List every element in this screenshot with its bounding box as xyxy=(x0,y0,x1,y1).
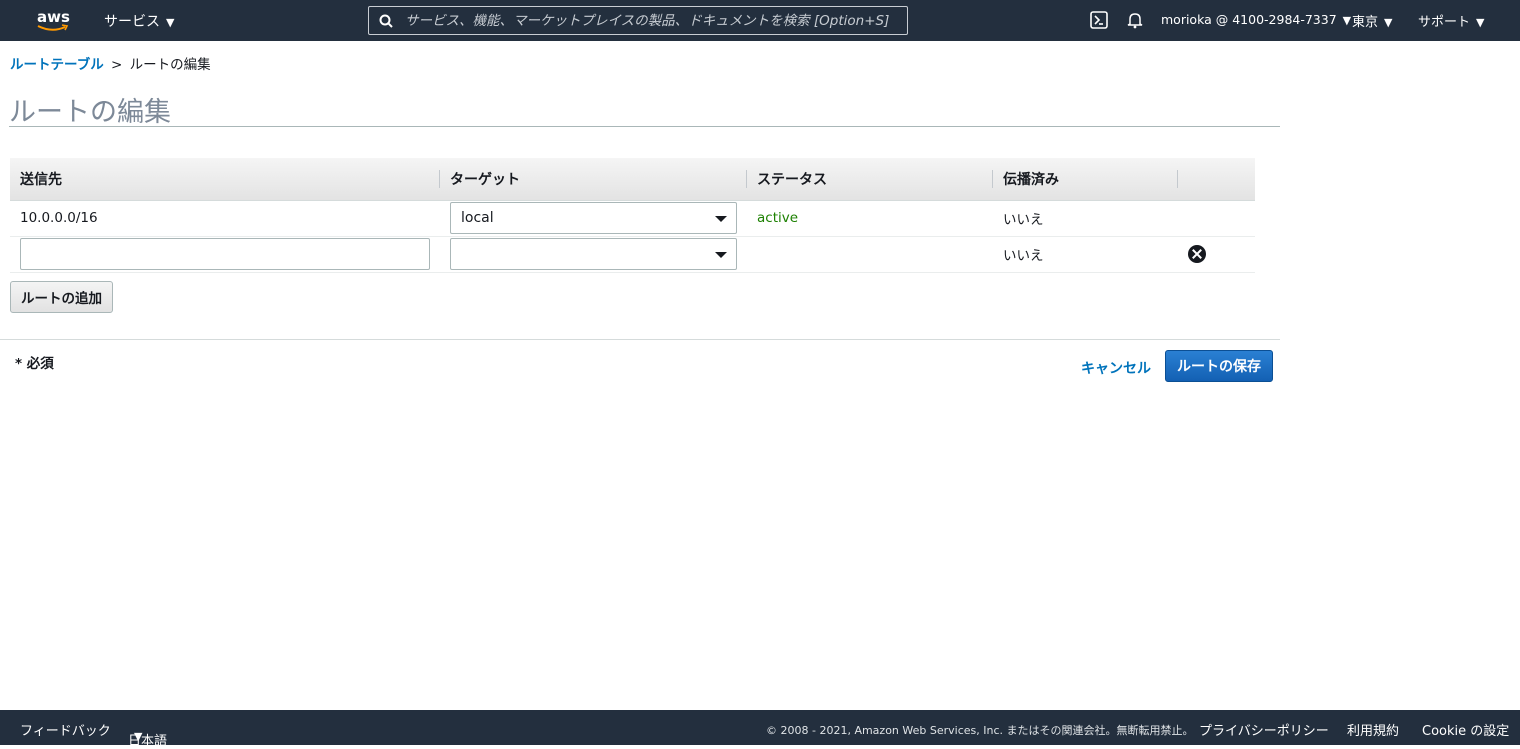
breadcrumb-current: ルートの編集 xyxy=(129,57,211,73)
add-route-button[interactable]: ルートの追加 xyxy=(10,281,113,313)
support-label: サポート xyxy=(1418,15,1471,30)
support-menu[interactable]: サポート ▼ xyxy=(1418,11,1484,30)
bell-icon[interactable] xyxy=(1126,11,1144,29)
cell-destination: 10.0.0.0/16 xyxy=(10,200,440,237)
caret-down-icon: ▼ xyxy=(1476,16,1485,29)
cancel-link[interactable]: キャンセル xyxy=(1081,358,1151,378)
title-divider xyxy=(9,126,1280,127)
caret-down-icon: ▼ xyxy=(1342,14,1352,27)
search-box[interactable] xyxy=(368,6,908,35)
caret-down-icon: ▼ xyxy=(134,730,143,743)
cell-remove xyxy=(1178,236,1255,273)
breadcrumb-separator: > xyxy=(111,57,123,73)
cloudshell-icon[interactable] xyxy=(1090,11,1108,29)
region-label: 東京 xyxy=(1352,15,1379,30)
cell-status xyxy=(747,236,993,273)
cell-target: local xyxy=(440,200,747,237)
cell-propagated: いいえ xyxy=(993,200,1178,237)
header-target: ターゲット xyxy=(440,158,747,201)
account-menu[interactable]: morioka @ 4100-2984-7337 ▼ xyxy=(1161,12,1351,27)
target-select[interactable] xyxy=(450,238,737,270)
header-destination-label: 送信先 xyxy=(20,171,62,188)
search-input[interactable] xyxy=(399,7,899,34)
header-propagated-label: 伝播済み xyxy=(1003,171,1059,188)
caret-down-icon: ▼ xyxy=(166,16,175,29)
cell-propagated: いいえ xyxy=(993,236,1178,273)
breadcrumb-route-tables-link[interactable]: ルートテーブル xyxy=(10,57,104,73)
top-navigation: aws サービス▼ morioka @ 4100-2984-7337▼ 東京▼ … xyxy=(0,0,1520,41)
cookie-settings-link[interactable]: Cookie の設定 xyxy=(1422,720,1509,739)
copyright-text: © 2008 - 2021, Amazon Web Services, Inc.… xyxy=(766,724,1194,737)
cell-destination xyxy=(10,236,440,273)
cell-target xyxy=(440,236,747,273)
privacy-policy-link[interactable]: プライバシーポリシー xyxy=(1199,720,1329,739)
header-target-label: ターゲット xyxy=(450,171,520,188)
services-label: サービス xyxy=(104,14,160,30)
target-select-value: local xyxy=(461,210,494,226)
header-propagated: 伝播済み xyxy=(993,158,1178,201)
services-menu[interactable]: サービス ▼ xyxy=(104,11,174,31)
page-title: ルートの編集 xyxy=(9,97,171,128)
table-row: いいえ xyxy=(10,236,1255,273)
table-header-row: 送信先 ターゲット ステータス 伝播済み xyxy=(10,158,1255,201)
remove-route-icon[interactable] xyxy=(1188,245,1206,263)
dropdown-arrow-icon xyxy=(715,252,727,258)
account-label: morioka @ 4100-2984-7337 xyxy=(1161,12,1337,27)
feedback-link[interactable]: フィードバック xyxy=(20,720,111,739)
save-routes-button[interactable]: ルートの保存 xyxy=(1165,350,1273,382)
destination-input[interactable] xyxy=(20,238,430,270)
required-note: * 必須 xyxy=(15,356,54,372)
terms-link[interactable]: 利用規約 xyxy=(1347,720,1399,739)
target-select[interactable]: local xyxy=(450,202,737,234)
footer-bar: フィードバック 日本語 ▼ © 2008 - 2021, Amazon Web S… xyxy=(0,710,1520,749)
cell-remove xyxy=(1178,200,1255,237)
aws-smile-icon xyxy=(37,24,69,31)
region-menu[interactable]: 東京 ▼ xyxy=(1352,11,1392,30)
table-row: 10.0.0.0/16 local active いいえ xyxy=(10,200,1255,237)
breadcrumb: ルートテーブル > ルートの編集 xyxy=(10,53,211,73)
header-status: ステータス xyxy=(747,158,993,201)
aws-logo[interactable]: aws xyxy=(37,7,71,33)
header-destination: 送信先 xyxy=(10,158,440,201)
routes-table: 送信先 ターゲット ステータス 伝播済み 10.0.0.0/16 local a… xyxy=(10,158,1255,273)
header-status-label: ステータス xyxy=(757,171,827,188)
header-remove xyxy=(1178,158,1255,201)
caret-down-icon: ▼ xyxy=(1384,16,1393,29)
status-badge: active xyxy=(747,200,993,237)
actions-divider xyxy=(0,339,1280,340)
search-icon xyxy=(379,14,393,28)
dropdown-arrow-icon xyxy=(715,216,727,222)
